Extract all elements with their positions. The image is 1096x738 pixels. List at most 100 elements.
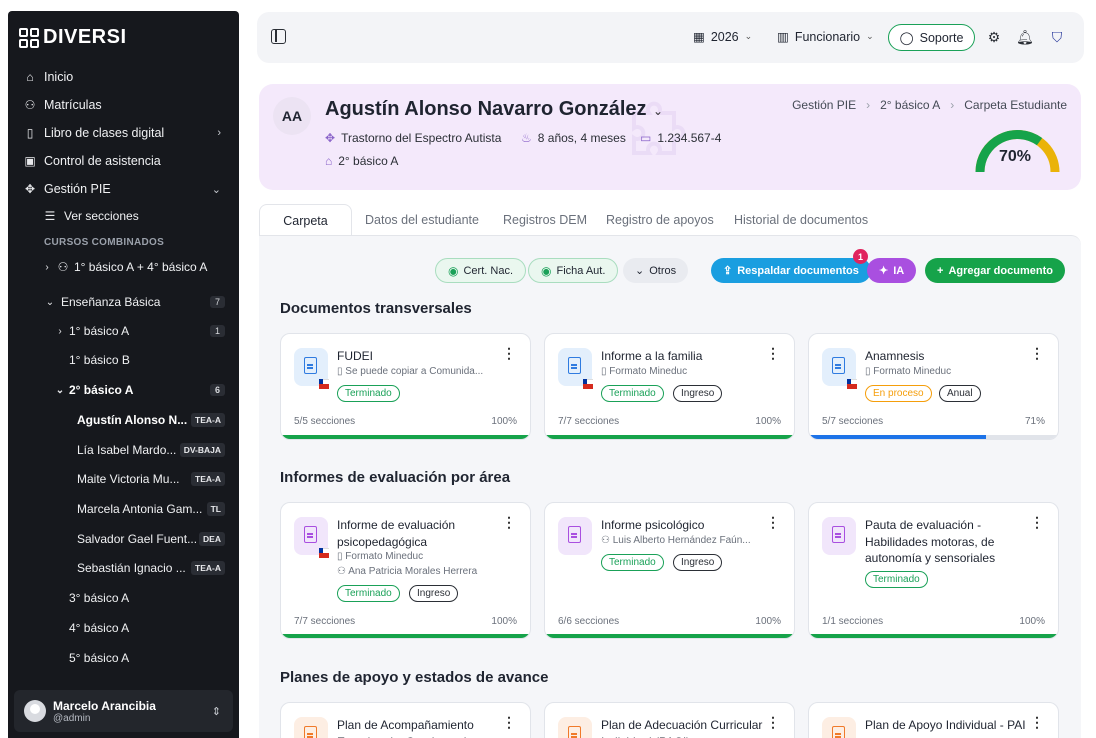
card-title: Plan de Adecuación Curricular Individual… [601, 718, 763, 738]
chevron-down-icon: ⌄ [45, 296, 55, 308]
document-card[interactable]: Plan de Apoyo Individual - PAI ⋮ [808, 702, 1059, 738]
section-title: Informes de evaluación por área [280, 469, 511, 486]
otros-dropdown[interactable]: ⌄ Otros [623, 258, 689, 283]
card-title: Plan de Apoyo Individual - PAI [865, 718, 1026, 732]
settings-sliders-icon[interactable]: ⚙ [986, 29, 1002, 45]
sidebar-item-course-active[interactable]: ⌄ 2° básico A6 [8, 378, 239, 402]
user-menu[interactable]: Marcelo Arancibia @admin ⇕ [14, 690, 233, 732]
percent: 100% [1019, 616, 1045, 627]
sidebar-item-asistencia[interactable]: ▣ Control de asistencia [8, 149, 239, 173]
chevron-right-icon: › [45, 261, 49, 273]
breadcrumb-item[interactable]: Gestión PIE [792, 98, 856, 112]
sidebar-item-libro[interactable]: ▯ Libro de clases digital › [8, 121, 239, 145]
sidebar-item-course[interactable]: 5° básico A [8, 646, 239, 670]
progress-value: 70% [999, 148, 1032, 165]
status-badge: En proceso [865, 385, 932, 402]
more-options-icon[interactable]: ⋮ [766, 715, 780, 729]
plus-icon: + [937, 264, 944, 277]
card-title: Informe psicológico [601, 518, 705, 532]
tab-registro-apoyos[interactable]: Registro de apoyos [606, 204, 714, 236]
document-icon [558, 517, 592, 555]
year-select[interactable]: ▦ 2026 ⌄ [693, 29, 752, 45]
document-card[interactable]: Plan de Acompañamiento Emocional y Condu… [280, 702, 531, 738]
document-card[interactable]: Anamnesis ⋮ ▯ Formato Mineduc En proceso… [808, 333, 1059, 440]
sidebar-item-ensenanza-basica[interactable]: ⌄ Enseñanza Básica 7 [8, 290, 239, 314]
sidebar-item-inicio[interactable]: ⌂ Inicio [8, 65, 239, 89]
card-title: FUDEI [337, 349, 373, 363]
progress-bar [281, 634, 530, 638]
respaldar-button[interactable]: ⇪ Respaldar documentos [711, 258, 871, 283]
student-avatar: AA [273, 97, 311, 135]
document-icon [294, 717, 328, 738]
sidebar-item-combined-course[interactable]: › ⚇ 1° básico A + 4° básico A [8, 255, 239, 279]
graduation-cap-icon: ⌂ [325, 154, 333, 168]
tab-registros-dem[interactable]: Registros DEM [503, 204, 587, 236]
document-icon [822, 717, 856, 738]
support-button[interactable]: ◯ Soporte [888, 24, 975, 51]
more-options-icon[interactable]: ⋮ [766, 515, 780, 529]
cert-nac-chip[interactable]: ◉ Cert. Nac. [435, 258, 526, 283]
document-card[interactable]: Informe psicológico ⋮ ⚇ Luis Alberto Her… [544, 502, 795, 639]
sidebar-item-course[interactable]: 1° básico B [8, 348, 239, 372]
section-title: Documentos transversales [280, 300, 472, 317]
breadcrumb-item[interactable]: 2° básico A [880, 98, 940, 112]
logo[interactable]: DIVERSI [19, 26, 127, 49]
chevron-down-icon[interactable]: ⌄ [653, 104, 663, 118]
card-subtitle: ▯ Formato Mineduc [337, 551, 424, 562]
sidebar-student[interactable]: Marcela Antonia Gam... TL [8, 497, 239, 521]
more-options-icon[interactable]: ⋮ [1030, 515, 1044, 529]
chile-flag-icon [583, 379, 593, 389]
more-options-icon[interactable]: ⋮ [502, 715, 516, 729]
sidebar-student-active[interactable]: Agustín Alonso N... TEA-A [8, 408, 239, 432]
more-options-icon[interactable]: ⋮ [1030, 715, 1044, 729]
sidebar-toggle-icon[interactable] [271, 29, 286, 44]
sidebar-item-course[interactable]: › 1° básico A1 [8, 319, 239, 343]
sidebar-item-course[interactable]: 3° básico A [8, 586, 239, 610]
sidebar-student[interactable]: Maite Victoria Mu... TEA-A [8, 467, 239, 491]
more-options-icon[interactable]: ⋮ [1030, 346, 1044, 360]
diagnosis-tag: TL [206, 502, 225, 516]
chevron-down-icon: ⌄ [635, 265, 645, 277]
logo-text: DIVERSI [43, 26, 127, 48]
shield-icon[interactable]: ⛉ [1049, 29, 1065, 45]
tab-bar: Carpeta Datos del estudiante Registros D… [259, 204, 1081, 236]
student-course: ⌂ 2° básico A [325, 154, 399, 168]
percent: 100% [491, 616, 517, 627]
role-select[interactable]: ▥ Funcionario ⌄ [777, 29, 874, 45]
more-options-icon[interactable]: ⋮ [502, 515, 516, 529]
card-subtitle: ▯ Formato Mineduc [601, 366, 688, 377]
type-badge: Anual [939, 385, 981, 402]
sidebar-student[interactable]: Salvador Gael Fuent... DEA [8, 527, 239, 551]
card-subtitle: ▯ Se puede copiar a Comunida... [337, 366, 484, 377]
bell-icon[interactable]: 🔔︎ [1016, 29, 1034, 45]
status-badge: Terminado [601, 385, 664, 402]
list-icon: ☰ [44, 209, 56, 223]
sidebar-item-course[interactable]: 4° básico A [8, 616, 239, 640]
progress-bar [809, 435, 1058, 439]
document-card[interactable]: FUDEI ⋮ ▯ Se puede copiar a Comunida... … [280, 333, 531, 440]
tab-historial[interactable]: Historial de documentos [734, 204, 868, 236]
more-options-icon[interactable]: ⋮ [766, 346, 780, 360]
card-subtitle: ▯ Formato Mineduc [865, 366, 952, 377]
diagnosis-tag: DEA [199, 532, 225, 546]
sidebar-item-gestion-pie[interactable]: ✥ Gestión PIE ⌄ [8, 177, 239, 201]
type-badge: Ingreso [409, 585, 459, 602]
sidebar-item-ver-secciones[interactable]: ☰ Ver secciones [8, 204, 239, 228]
ia-button[interactable]: ✦ IA [867, 258, 917, 283]
document-card[interactable]: Pauta de evaluación - Habilidades motora… [808, 502, 1059, 639]
sidebar: DIVERSI ⌂ Inicio ⚇ Matrículas ▯ Libro de cl… [8, 11, 239, 738]
tab-datos[interactable]: Datos del estudiante [365, 204, 479, 236]
more-options-icon[interactable]: ⋮ [502, 346, 516, 360]
tab-carpeta[interactable]: Carpeta [259, 204, 352, 236]
student-name[interactable]: Agustín Alonso Navarro González [325, 98, 647, 121]
sections-count: 6/6 secciones [558, 616, 620, 627]
add-document-button[interactable]: + Agregar documento [925, 258, 1065, 283]
chevron-down-icon: ⌄ [55, 384, 65, 396]
document-card[interactable]: Informe a la familia ⋮ ▯ Formato Mineduc… [544, 333, 795, 440]
sidebar-student[interactable]: Lía Isabel Mardo... DV-BAJA [8, 438, 239, 462]
sidebar-item-matriculas[interactable]: ⚇ Matrículas [8, 93, 239, 117]
document-card[interactable]: Plan de Adecuación Curricular Individual… [544, 702, 795, 738]
ficha-aut-chip[interactable]: ◉ Ficha Aut. [528, 258, 619, 283]
sidebar-student[interactable]: Sebastián Ignacio ... TEA-A [8, 556, 239, 580]
document-card[interactable]: Informe de evaluación psicopedagógica ⋮ … [280, 502, 531, 639]
